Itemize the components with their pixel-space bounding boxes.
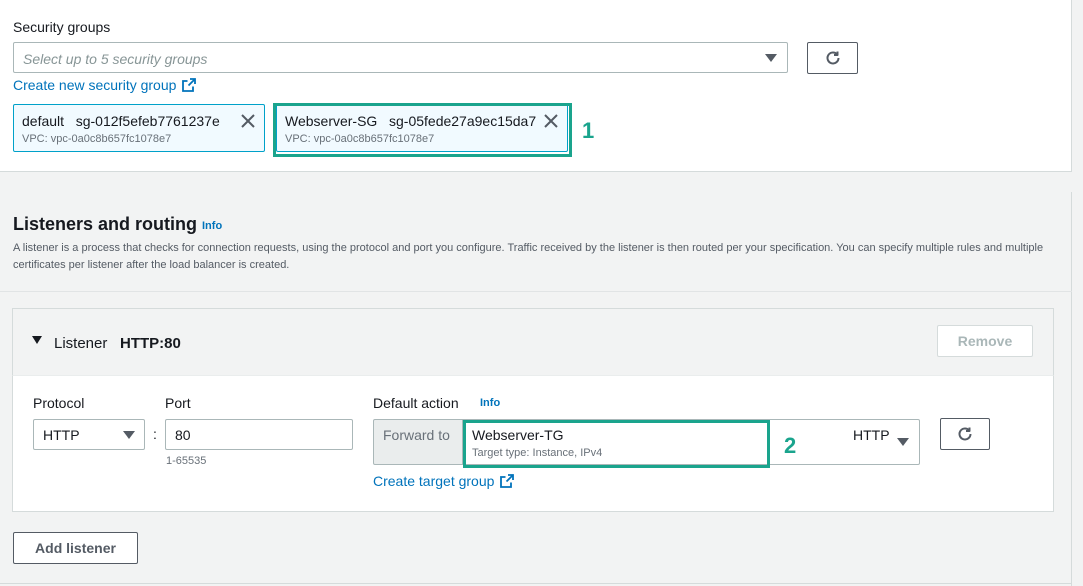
forward-to-label: Forward to (383, 427, 450, 443)
divider (0, 291, 1072, 292)
caret-down-icon (897, 438, 909, 446)
highlight-box-2 (463, 420, 770, 468)
refresh-icon (826, 51, 839, 65)
port-hint: 1-65535 (166, 455, 207, 467)
refresh-icon (958, 427, 972, 441)
security-groups-title: Security groups (13, 19, 111, 35)
annotation-marker-1: 1 (582, 118, 595, 143)
security-groups-placeholder: Select up to 5 security groups (23, 51, 208, 67)
listeners-info-link[interactable]: Info (202, 220, 222, 232)
default-action-info-link[interactable]: Info (480, 397, 500, 409)
listeners-title: Listeners and routing (13, 214, 198, 234)
caret-down-icon (123, 431, 135, 439)
port-input[interactable]: 80 (165, 419, 353, 450)
protocol-label: Protocol (33, 395, 85, 411)
close-icon[interactable] (240, 113, 256, 129)
external-link-icon (182, 78, 197, 92)
target-group-protocol: HTTP (853, 427, 890, 443)
annotation-marker-2: 2 (784, 433, 797, 458)
caret-down-icon (765, 54, 777, 62)
token-main-text: default sg-012f5efeb7761237e (22, 113, 220, 129)
listener-value: HTTP:80 (120, 335, 181, 352)
security-groups-refresh-button[interactable] (807, 42, 858, 74)
token-vpc: VPC: vpc-0a0c8b657fc1078e7 (22, 133, 172, 145)
external-link-icon (500, 474, 515, 488)
remove-listener-button[interactable]: Remove (937, 325, 1033, 357)
protocol-value: HTTP (43, 427, 80, 443)
listeners-description: A listener is a process that checks for … (13, 242, 1044, 271)
create-target-group-link[interactable]: Create target group (373, 473, 515, 489)
add-listener-button[interactable]: Add listener (13, 532, 138, 564)
highlight-box-1 (273, 103, 572, 157)
divider (0, 583, 1072, 584)
create-target-group-label: Create target group (373, 473, 495, 489)
protocol-select[interactable]: HTTP (33, 419, 145, 450)
port-label: Port (165, 395, 191, 411)
port-value: 80 (175, 427, 191, 443)
target-group-refresh-button[interactable] (940, 418, 990, 450)
protocol-port-separator: : (153, 426, 157, 442)
security-group-token-default: default sg-012f5efeb7761237e VPC: vpc-0a… (13, 104, 265, 152)
caret-down-icon[interactable] (32, 336, 42, 344)
create-security-group-label: Create new security group (13, 77, 177, 93)
forward-to-label-box: Forward to (373, 419, 463, 465)
security-groups-select[interactable]: Select up to 5 security groups (13, 42, 788, 73)
create-security-group-link[interactable]: Create new security group (13, 77, 197, 93)
listener-label: Listener (54, 335, 108, 352)
default-action-label: Default action (373, 395, 459, 411)
